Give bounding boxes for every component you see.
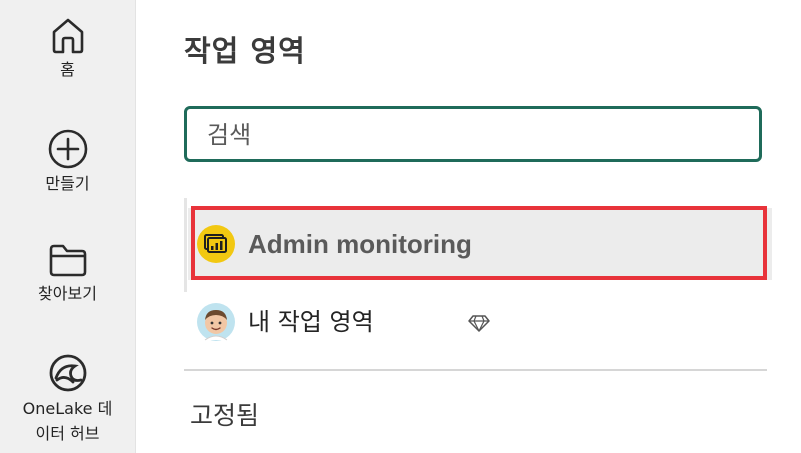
nav-create-label: 만들기	[45, 174, 90, 193]
list-scroll-indicator	[184, 198, 187, 292]
nav-browse-label: 찾아보기	[38, 284, 97, 303]
nav-home[interactable]: 홈	[0, 14, 135, 82]
nav-onelake-data-hub[interactable]: OneLake 데 이터 허브	[0, 352, 135, 446]
section-divider	[184, 369, 767, 371]
folder-icon	[49, 244, 86, 277]
avatar	[197, 303, 235, 341]
left-nav-rail: 홈 만들기 찾아보기 OneLake 데 이터 허브	[0, 0, 136, 453]
nav-onelake-label-line2: 이터 허브	[35, 424, 100, 443]
onelake-icon	[49, 354, 86, 392]
search-box[interactable]	[184, 106, 762, 162]
panel-title: 작업 영역	[184, 34, 306, 68]
nav-onelake-label-line1: OneLake 데	[22, 399, 113, 418]
workspace-item-my-workspace[interactable]: 내 작업 영역	[188, 286, 772, 358]
workspace-item-admin-monitoring[interactable]: Admin monitoring	[188, 208, 772, 280]
plus-circle-icon	[48, 129, 87, 169]
nav-create[interactable]: 만들기	[0, 128, 135, 196]
diamond-icon	[468, 315, 490, 332]
workspace-label-admin-monitoring: Admin monitoring	[248, 229, 472, 259]
search-input[interactable]	[205, 115, 749, 155]
home-icon	[52, 18, 83, 54]
admin-monitoring-icon	[197, 225, 235, 263]
nav-browse[interactable]: 찾아보기	[0, 240, 135, 306]
nav-home-label: 홈	[60, 60, 75, 79]
workspace-label-my-workspace: 내 작업 영역	[248, 308, 374, 336]
pinned-section-heading: 고정됨	[190, 401, 260, 430]
workspaces-panel: 작업 영역 Admin monitoring 내 작업 영역	[136, 0, 801, 453]
